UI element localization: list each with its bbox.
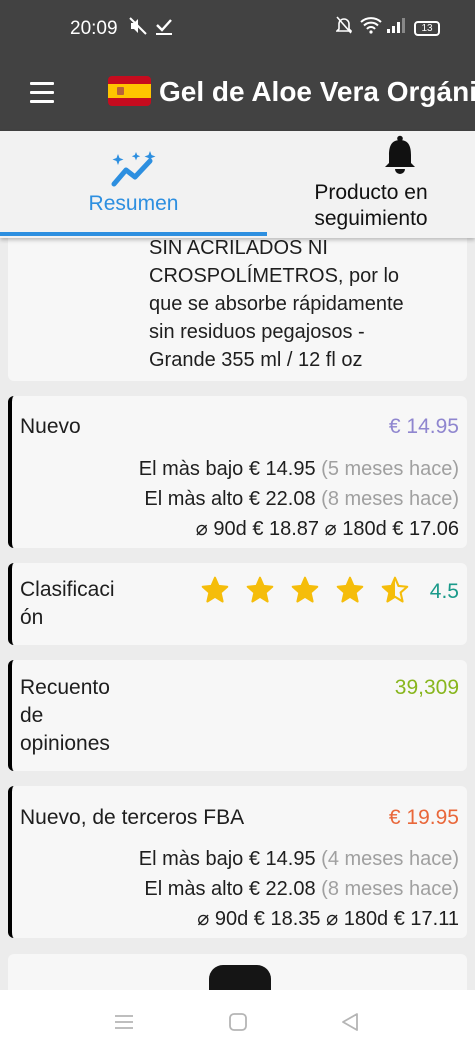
average-price-row: ⌀ 90d € 18.87 ⌀ 180d € 17.06: [196, 515, 459, 543]
product-title: Gel de Aloe Vera Orgánico: [159, 76, 475, 107]
review-count-label-line: de: [20, 704, 44, 727]
tab-summary[interactable]: Resumen: [0, 131, 267, 238]
highest-price-row: El màs alto € 22.08 (8 meses hace): [144, 485, 459, 513]
rating-label: Clasificaci ón: [20, 576, 115, 632]
highest-label: El màs alto: [144, 488, 244, 510]
new-price-card[interactable]: Nuevo € 14.95 El màs bajo € 14.95 (5 mes…: [8, 396, 467, 548]
recents-icon[interactable]: [114, 1012, 134, 1032]
product-image: [209, 965, 271, 990]
tab-selected-indicator: [0, 232, 267, 236]
avg180-label: ⌀ 180d: [324, 518, 387, 540]
lowest-label: El màs bajo: [138, 848, 244, 870]
check-icon: [155, 16, 173, 41]
lowest-label: El màs bajo: [138, 458, 244, 480]
lowest-value: € 14.95: [248, 458, 316, 480]
description-line: CROSPOLÍMETROS, por lo: [149, 265, 400, 287]
battery-icon: 13: [414, 21, 440, 36]
do-not-disturb-icon: [335, 16, 353, 39]
lowest-price-row: El màs bajo € 14.95 (5 meses hace): [139, 455, 459, 483]
status-time: 20:09: [70, 18, 118, 39]
tab-tracked-product[interactable]: Producto en seguimiento: [267, 131, 475, 238]
wifi-icon: [360, 16, 382, 39]
mute-icon: [128, 16, 148, 41]
star-icon: [246, 576, 274, 603]
app-bar: Gel de Aloe Vera Orgánico: [0, 60, 475, 131]
fba-price-card[interactable]: Nuevo, de terceros FBA € 19.95 El màs ba…: [8, 786, 467, 938]
lowest-price-row: El màs bajo € 14.95 (4 meses hace): [139, 845, 459, 873]
star-icon: [336, 576, 364, 603]
back-icon[interactable]: [340, 1012, 360, 1032]
star-icon: [291, 576, 319, 603]
star-icon: [201, 576, 229, 603]
avg90-value: € 18.87: [252, 518, 320, 540]
tab-summary-label: Resumen: [88, 192, 179, 215]
highest-label: El màs alto: [144, 878, 244, 900]
average-price-row: ⌀ 90d € 18.35 ⌀ 180d € 17.11: [197, 905, 459, 933]
avg180-value: € 17.06: [392, 518, 459, 540]
description-line: SIN ACRILADOS NI: [149, 238, 328, 259]
system-nav-bar: [0, 990, 475, 1056]
avg180-value: € 17.11: [393, 908, 459, 930]
highest-price-row: El màs alto € 22.08 (8 meses hace): [144, 875, 459, 903]
review-count-value: 39,309: [394, 676, 459, 699]
star-icon: [381, 576, 409, 603]
status-bar: 20:09 13: [0, 0, 475, 60]
highest-value: € 22.08: [248, 488, 316, 510]
product-description: SIN ACRILADOS NI CROSPOLÍMETROS, por lo …: [149, 238, 461, 374]
avg90-label: ⌀ 90d: [195, 518, 247, 540]
home-icon[interactable]: [228, 1012, 248, 1032]
bell-icon: [385, 135, 415, 174]
review-count-label-line: Recuento: [20, 676, 110, 699]
fba-price-label: Nuevo, de terceros FBA: [20, 806, 245, 829]
description-line: sin residuos pegajosos -: [149, 321, 365, 343]
avg90-value: € 18.35: [253, 908, 321, 930]
highest-value: € 22.08: [248, 878, 316, 900]
review-count-label-line: opiniones: [20, 732, 110, 755]
lowest-value: € 14.95: [248, 848, 316, 870]
rating-value: 4.5: [429, 580, 459, 603]
avg180-label: ⌀ 180d: [326, 908, 389, 930]
highest-when: (8 meses hace): [321, 488, 459, 510]
tab-tracked-product-label: Producto en seguimiento: [314, 181, 428, 230]
review-count-label: Recuento de opiniones: [20, 674, 110, 758]
lowest-when: (4 meses hace): [321, 848, 459, 870]
new-price-label: Nuevo: [20, 415, 81, 438]
fba-price-value: € 19.95: [388, 806, 459, 829]
signal-icon: [386, 16, 408, 39]
chart-sparkle-icon: [111, 151, 156, 187]
spain-flag-icon: [108, 76, 151, 106]
tab-bar: Resumen Producto en seguimiento: [0, 131, 475, 238]
rating-label-line: ón: [20, 606, 44, 629]
highest-when: (8 meses hace): [321, 878, 459, 900]
rating-card[interactable]: Clasificaci ón 4.5: [8, 563, 467, 645]
summary-content[interactable]: SIN ACRILADOS NI CROSPOLÍMETROS, por lo …: [0, 238, 475, 990]
description-line: que se absorbe rápidamente: [149, 293, 404, 315]
hamburger-menu-icon[interactable]: [30, 82, 54, 108]
avg90-label: ⌀ 90d: [197, 908, 249, 930]
description-card: SIN ACRILADOS NI CROSPOLÍMETROS, por lo …: [8, 238, 467, 381]
product-image-card[interactable]: [8, 954, 467, 990]
rating-label-line: Clasificaci: [20, 578, 115, 601]
description-line: Grande 355 ml / 12 fl oz: [149, 349, 363, 371]
lowest-when: (5 meses hace): [321, 458, 459, 480]
review-count-card[interactable]: Recuento de opiniones 39,309: [8, 660, 467, 771]
new-price-value: € 14.95: [388, 415, 459, 438]
